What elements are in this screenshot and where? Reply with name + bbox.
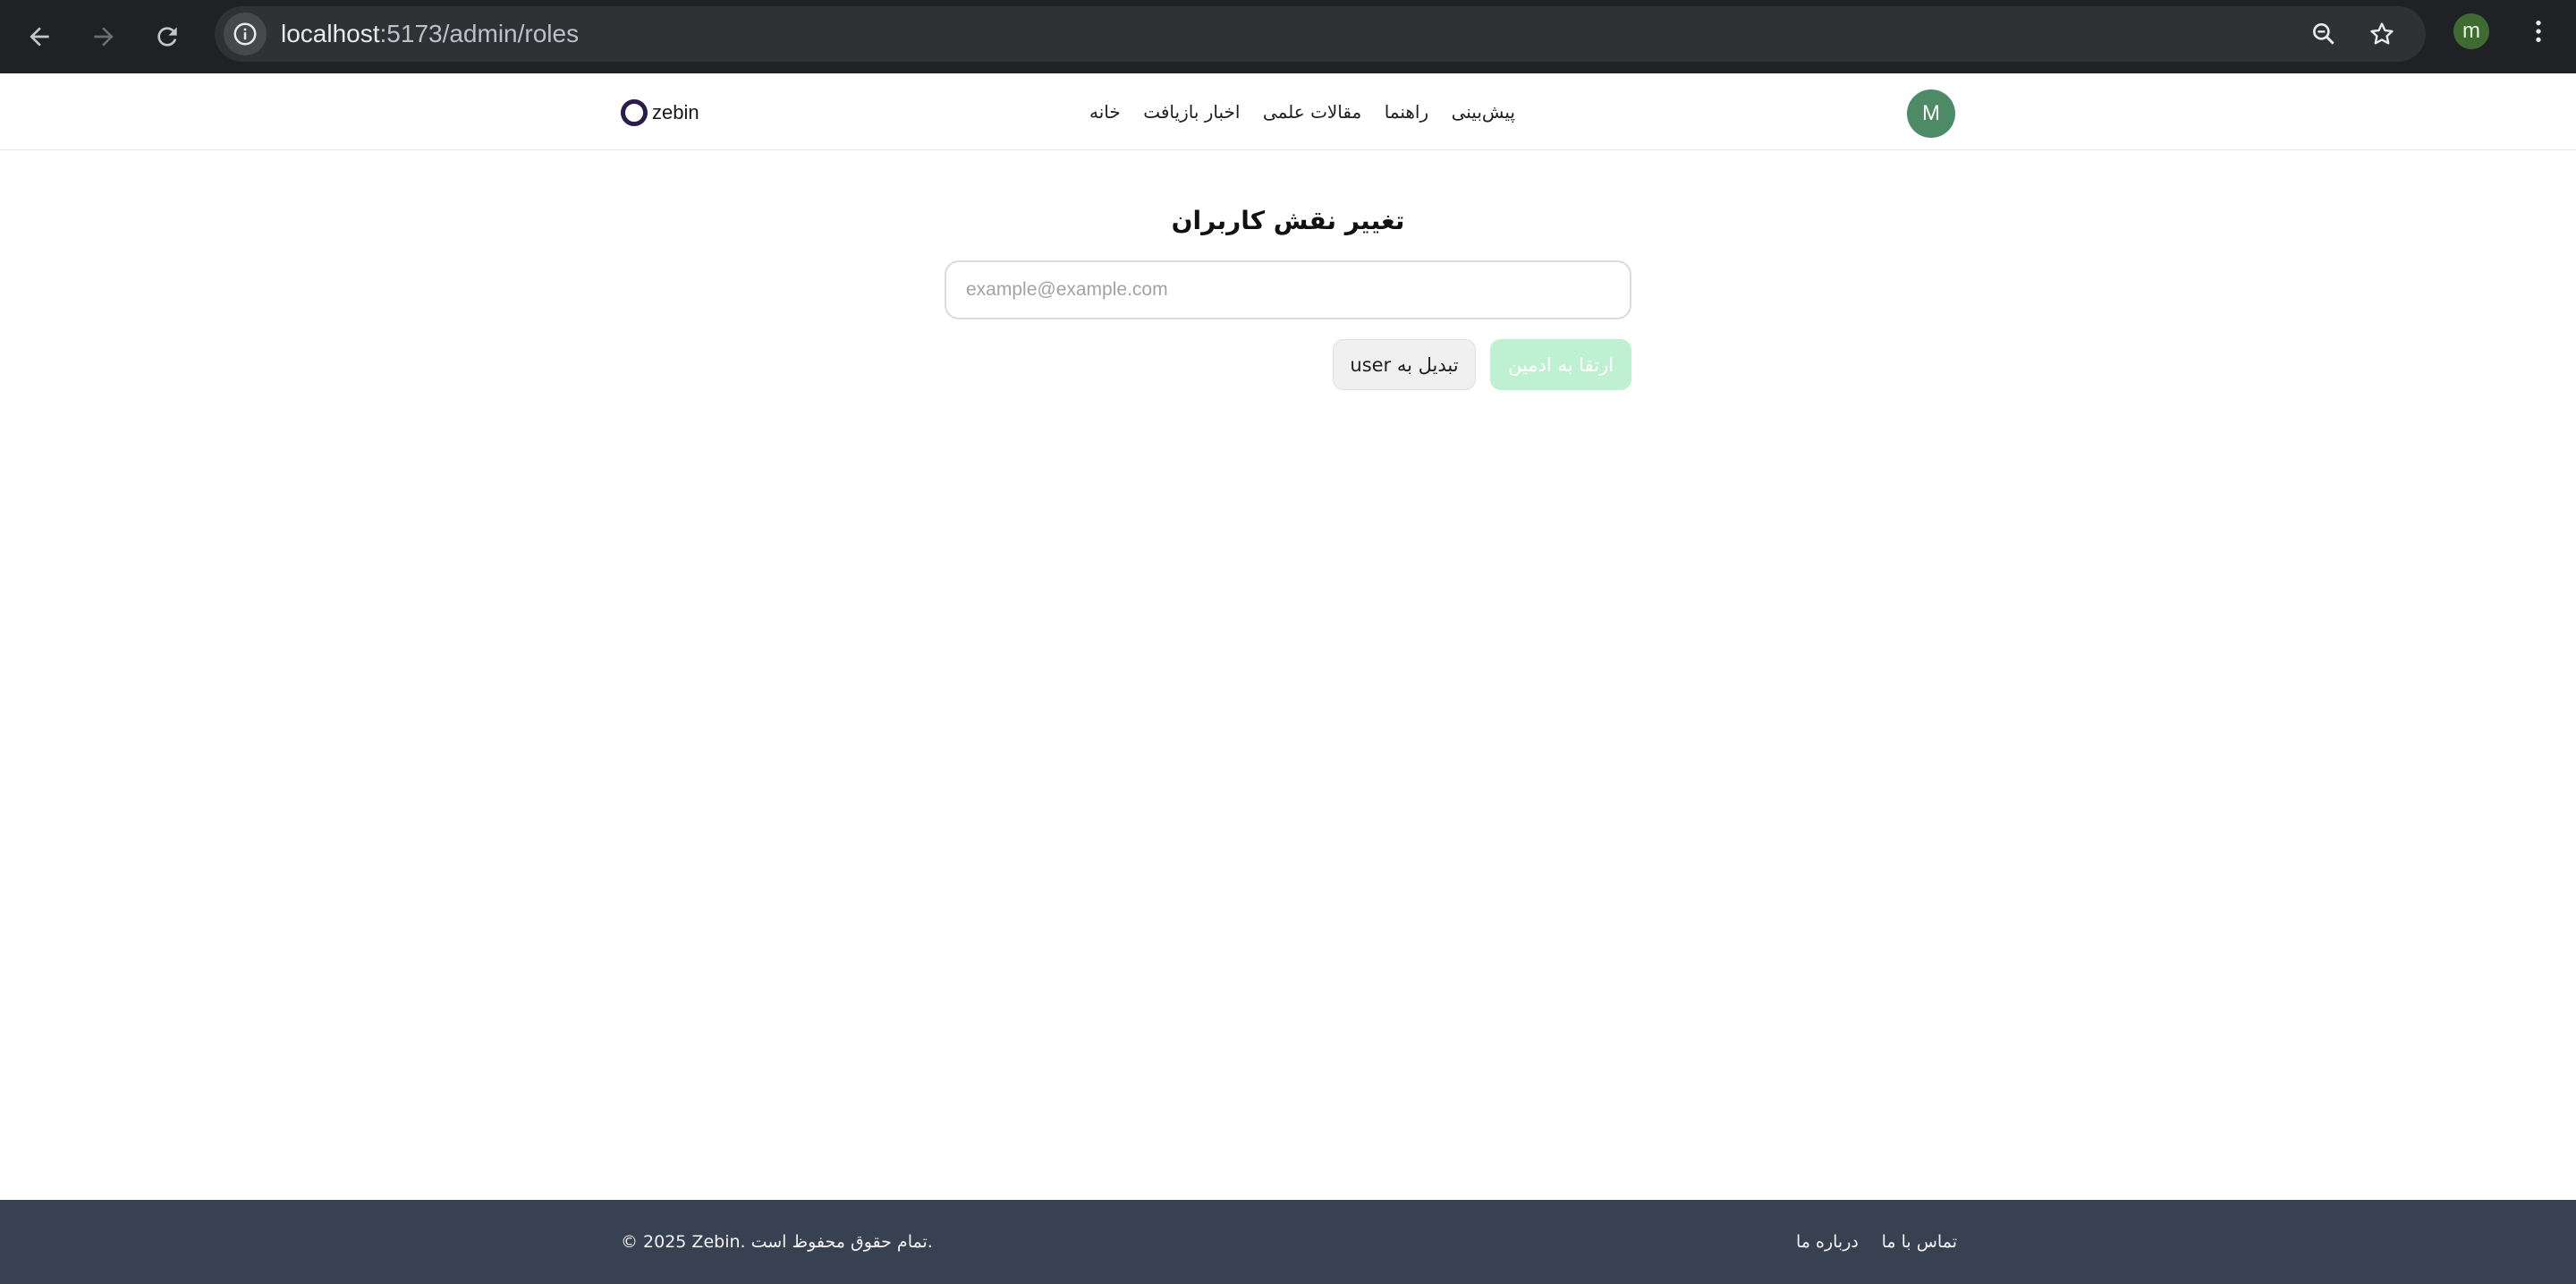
nav-item-home[interactable]: خانه [1089, 101, 1121, 123]
demote-to-user-button[interactable]: تبدیل به user [1333, 339, 1476, 390]
nav-item-scientific-articles[interactable]: مقالات علمی [1263, 101, 1361, 123]
url-text[interactable]: localhost:5173/admin/roles [281, 6, 579, 62]
site-footer: © 2025 Zebin. تمام حقوق محفوظ است. دربار… [0, 1200, 2576, 1284]
site-header: zebin خانه اخبار بازیافت مقالات علمی راه… [0, 73, 2576, 150]
user-avatar[interactable]: M [1907, 89, 1955, 138]
footer-link-contact[interactable]: تماس با ما [1882, 1232, 1957, 1252]
site-info-icon[interactable] [224, 13, 267, 55]
zebin-logo[interactable]: zebin [621, 98, 699, 127]
footer-links: درباره ما تماس با ما [1796, 1200, 1957, 1284]
footer-link-about[interactable]: درباره ما [1796, 1232, 1859, 1252]
email-input[interactable] [945, 260, 1631, 319]
logo-text: zebin [652, 101, 699, 123]
browser-toolbar: localhost:5173/admin/roles m [0, 0, 2576, 73]
back-arrow-icon[interactable] [18, 15, 61, 58]
bookmark-star-icon[interactable] [2364, 16, 2400, 52]
copyright-text: © 2025 Zebin. تمام حقوق محفوظ است. [621, 1232, 933, 1252]
nav-item-prediction[interactable]: پیش‌بینی [1452, 101, 1515, 123]
forward-arrow-icon[interactable] [82, 15, 125, 58]
promote-to-admin-button[interactable]: ارتقا به ادمین [1490, 339, 1631, 390]
address-bar[interactable]: localhost:5173/admin/roles [215, 6, 2426, 62]
nav-item-recycling-news[interactable]: اخبار بازیافت [1143, 101, 1240, 123]
browser-profile-avatar[interactable]: m [2453, 13, 2489, 49]
zoom-icon[interactable] [2306, 16, 2342, 52]
more-menu-icon[interactable] [2521, 13, 2556, 49]
nav-item-guide[interactable]: راهنما [1385, 101, 1428, 123]
page-title: تغییر نقش کاربران [1171, 206, 1405, 235]
reload-icon[interactable] [146, 15, 189, 58]
logo-ring-icon [621, 99, 648, 126]
main-nav: خانه اخبار بازیافت مقالات علمی راهنما پی… [1089, 73, 1515, 150]
